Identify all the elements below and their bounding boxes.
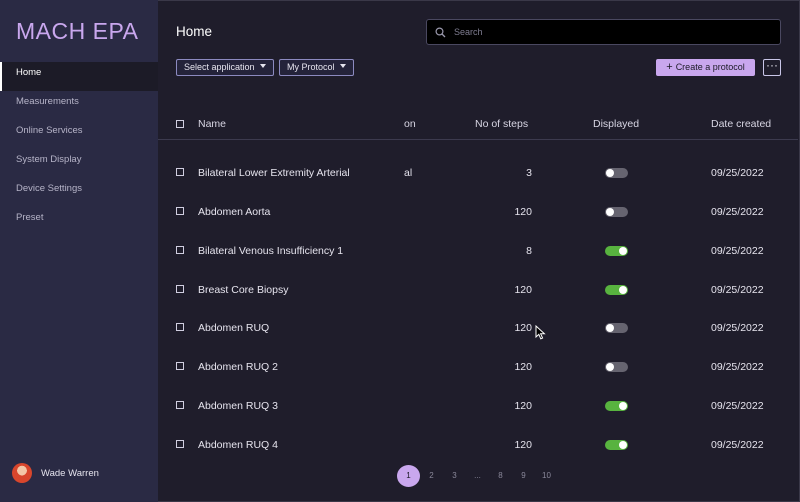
table-row[interactable]: Abdomen Aorta 120 09/25/2022 bbox=[0, 202, 800, 222]
row-name: Abdomen Aorta bbox=[198, 206, 271, 218]
sidebar-item-measurements[interactable]: Measurements bbox=[0, 91, 158, 120]
displayed-toggle[interactable] bbox=[605, 323, 628, 333]
table-row[interactable]: Abdomen RUQ 2 120 09/25/2022 bbox=[0, 357, 800, 377]
row-name: Abdomen RUQ 3 bbox=[198, 400, 278, 412]
row-checkbox[interactable] bbox=[176, 323, 184, 331]
toggle-knob bbox=[606, 208, 614, 216]
chevron-down-icon bbox=[339, 64, 346, 68]
more-options-button[interactable]: ··· bbox=[763, 59, 781, 76]
toggle-knob bbox=[619, 441, 627, 449]
row-checkbox[interactable] bbox=[176, 440, 184, 448]
search-icon bbox=[435, 27, 446, 38]
row-application: al bbox=[404, 167, 413, 179]
row-date: 09/25/2022 bbox=[711, 322, 764, 334]
row-steps: 120 bbox=[514, 439, 532, 451]
row-steps: 8 bbox=[526, 245, 532, 257]
header-divider bbox=[158, 139, 798, 140]
toggle-knob bbox=[606, 169, 614, 177]
select-application-label: Select application bbox=[184, 62, 255, 72]
row-steps: 120 bbox=[514, 400, 532, 412]
row-checkbox[interactable] bbox=[176, 362, 184, 370]
row-steps: 120 bbox=[514, 322, 532, 334]
toggle-knob bbox=[606, 324, 614, 332]
toggle-knob bbox=[619, 247, 627, 255]
row-date: 09/25/2022 bbox=[711, 284, 764, 296]
column-header-date[interactable]: Date created bbox=[711, 118, 771, 130]
table-row[interactable]: Breast Core Biopsy 120 09/25/2022 bbox=[0, 280, 800, 300]
sidebar-item-home[interactable]: Home bbox=[0, 62, 158, 91]
table-row[interactable]: Abdomen RUQ 120 09/25/2022 bbox=[0, 318, 800, 338]
search-input[interactable]: Search bbox=[426, 19, 781, 45]
row-name: Breast Core Biopsy bbox=[198, 284, 289, 296]
displayed-toggle[interactable] bbox=[605, 285, 628, 295]
row-steps: 120 bbox=[514, 361, 532, 373]
page-2-button[interactable]: 2 bbox=[420, 465, 443, 487]
row-checkbox[interactable] bbox=[176, 207, 184, 215]
table-row[interactable]: Bilateral Venous Insufficiency 1 8 09/25… bbox=[0, 241, 800, 261]
select-application-dropdown[interactable]: Select application bbox=[176, 59, 274, 76]
row-date: 09/25/2022 bbox=[711, 361, 764, 373]
displayed-toggle[interactable] bbox=[605, 246, 628, 256]
row-name: Abdomen RUQ 2 bbox=[198, 361, 278, 373]
row-name: Bilateral Lower Extremity Arterial bbox=[198, 167, 350, 179]
row-name: Abdomen RUQ bbox=[198, 322, 270, 334]
select-all-checkbox[interactable] bbox=[176, 120, 184, 128]
row-name: Abdomen RUQ 4 bbox=[198, 439, 278, 451]
page-title: Home bbox=[176, 24, 213, 39]
displayed-toggle[interactable] bbox=[605, 207, 628, 217]
mouse-cursor-icon bbox=[535, 325, 546, 340]
row-date: 09/25/2022 bbox=[711, 400, 764, 412]
chevron-down-icon bbox=[259, 64, 266, 68]
page-3-button[interactable]: 3 bbox=[443, 465, 466, 487]
create-protocol-button[interactable]: + Create a protocol bbox=[656, 59, 755, 76]
table-row[interactable]: Abdomen RUQ 3 120 09/25/2022 bbox=[0, 396, 800, 416]
table-row[interactable]: Bilateral Lower Extremity Arterial al 3 … bbox=[0, 163, 800, 183]
toggle-knob bbox=[619, 402, 627, 410]
row-date: 09/25/2022 bbox=[711, 439, 764, 451]
row-steps: 3 bbox=[526, 167, 532, 179]
my-protocol-label: My Protocol bbox=[287, 62, 335, 72]
column-header-displayed[interactable]: Displayed bbox=[593, 118, 639, 130]
toggle-knob bbox=[619, 286, 627, 294]
page-8-button[interactable]: 8 bbox=[489, 465, 512, 487]
search-placeholder: Search bbox=[454, 27, 483, 37]
row-checkbox[interactable] bbox=[176, 401, 184, 409]
row-checkbox[interactable] bbox=[176, 246, 184, 254]
page-10-button[interactable]: 10 bbox=[535, 465, 558, 487]
user-name: Wade Warren bbox=[41, 467, 99, 479]
table-row[interactable]: Abdomen RUQ 4 120 09/25/2022 bbox=[0, 435, 800, 455]
row-steps: 120 bbox=[514, 206, 532, 218]
column-header-application[interactable]: on bbox=[404, 118, 416, 130]
my-protocol-dropdown[interactable]: My Protocol bbox=[279, 59, 354, 76]
row-name: Bilateral Venous Insufficiency 1 bbox=[198, 245, 344, 257]
sidebar-item-online-services[interactable]: Online Services bbox=[0, 120, 158, 149]
row-steps: 120 bbox=[514, 284, 532, 296]
brand-logo: MACH EPA bbox=[16, 18, 139, 44]
page-1-button[interactable]: 1 bbox=[397, 465, 420, 487]
pagination: 1 2 3 ... 8 9 10 bbox=[397, 465, 558, 487]
toggle-knob bbox=[606, 363, 614, 371]
displayed-toggle[interactable] bbox=[605, 168, 628, 178]
plus-icon: + bbox=[666, 61, 673, 73]
column-header-name[interactable]: Name bbox=[198, 118, 226, 130]
row-checkbox[interactable] bbox=[176, 168, 184, 176]
page-9-button[interactable]: 9 bbox=[512, 465, 535, 487]
more-icon: ··· bbox=[766, 58, 778, 72]
avatar bbox=[12, 463, 32, 483]
displayed-toggle[interactable] bbox=[605, 440, 628, 450]
row-date: 09/25/2022 bbox=[711, 167, 764, 179]
displayed-toggle[interactable] bbox=[605, 362, 628, 372]
column-header-steps[interactable]: No of steps bbox=[475, 118, 528, 130]
row-date: 09/25/2022 bbox=[711, 245, 764, 257]
user-profile[interactable]: Wade Warren bbox=[12, 463, 99, 483]
displayed-toggle[interactable] bbox=[605, 401, 628, 411]
page-ellipsis: ... bbox=[474, 471, 481, 480]
row-date: 09/25/2022 bbox=[711, 206, 764, 218]
row-checkbox[interactable] bbox=[176, 285, 184, 293]
create-protocol-label: Create a protocol bbox=[675, 62, 745, 72]
